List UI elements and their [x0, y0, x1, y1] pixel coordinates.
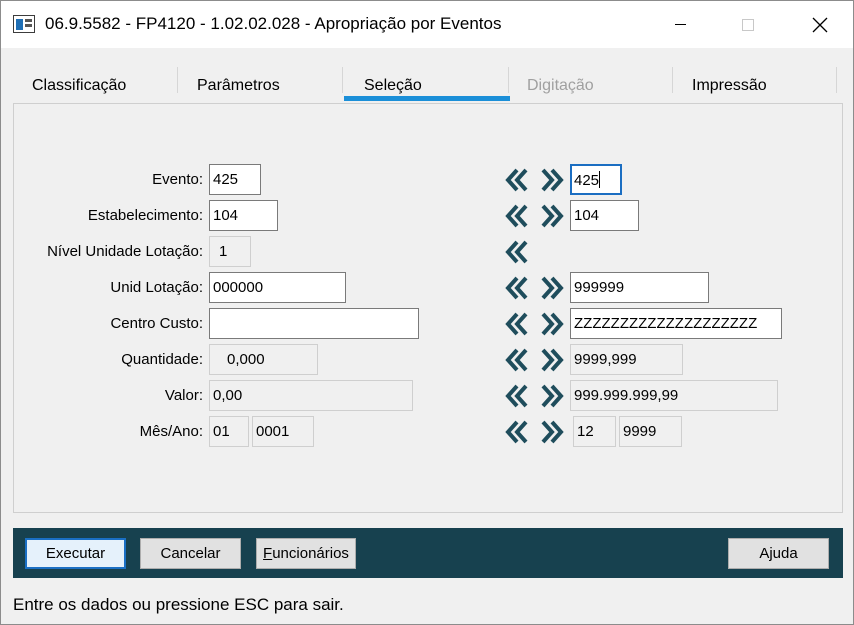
quantidade-label: Quantidade:: [121, 351, 203, 368]
copy-left-icon[interactable]: [503, 346, 531, 374]
close-icon: [812, 17, 828, 32]
action-button-bar: Executar Cancelar Funcionários Ajuda: [13, 528, 843, 578]
unid-lotacao-label: Unid Lotação:: [110, 279, 203, 296]
copy-left-icon[interactable]: [503, 202, 531, 230]
copy-left-icon[interactable]: [503, 238, 531, 266]
unid-lotacao-from-input[interactable]: 000000: [209, 272, 346, 303]
copy-right-icon[interactable]: [538, 346, 566, 374]
nivel-unidade-lotacao-label: Nível Unidade Lotação:: [47, 243, 203, 260]
ano-to-input[interactable]: 9999: [619, 416, 682, 447]
quantidade-to-input[interactable]: 9999,999: [570, 344, 683, 375]
funcionarios-label: uncionários: [272, 545, 349, 562]
copy-left-icon[interactable]: [503, 166, 531, 194]
nivel-unidade-lotacao-field: 1: [209, 236, 251, 267]
centro-custo-to-input[interactable]: ZZZZZZZZZZZZZZZZZZZZ: [570, 308, 782, 339]
copy-left-icon[interactable]: [503, 274, 531, 302]
evento-to-value: 425: [574, 172, 600, 189]
copy-right-icon[interactable]: [538, 382, 566, 410]
tab-separator: [672, 67, 673, 93]
tab-separator: [836, 67, 837, 93]
tab-separator: [177, 67, 178, 93]
ano-from-input[interactable]: 0001: [252, 416, 314, 447]
evento-from-input[interactable]: 425: [209, 164, 261, 195]
title-bar: 06.9.5582 - FP4120 - 1.02.02.028 - Aprop…: [1, 1, 853, 48]
copy-right-icon[interactable]: [538, 202, 566, 230]
evento-label: Evento:: [152, 171, 203, 188]
copy-left-icon[interactable]: [503, 382, 531, 410]
funcionarios-button[interactable]: Funcionários: [256, 538, 356, 569]
tab-impressao[interactable]: Impressão: [692, 63, 767, 103]
estabelecimento-label: Estabelecimento:: [87, 207, 203, 224]
copy-right-icon[interactable]: [538, 274, 566, 302]
mes-ano-label: Mês/Ano:: [139, 423, 203, 440]
tab-separator: [342, 67, 343, 93]
ajuda-button[interactable]: Ajuda: [728, 538, 829, 569]
centro-custo-from-input[interactable]: [209, 308, 419, 339]
cancelar-button[interactable]: Cancelar: [140, 538, 241, 569]
funcionarios-mnemonic: F: [263, 545, 273, 562]
evento-to-input[interactable]: 425: [570, 164, 622, 195]
maximize-button[interactable]: [725, 1, 771, 48]
valor-to-input[interactable]: 999.999.999,99: [570, 380, 778, 411]
tab-strip: Classificação Parâmetros Seleção Digitaç…: [13, 63, 843, 103]
minimize-icon: [674, 24, 686, 25]
executar-button[interactable]: Executar: [25, 538, 126, 569]
selected-tab-indicator: [344, 96, 510, 101]
valor-from-input[interactable]: 0,00: [209, 380, 413, 411]
copy-right-icon[interactable]: [538, 310, 566, 338]
tab-parametros[interactable]: Parâmetros: [197, 63, 280, 103]
estabelecimento-to-input[interactable]: 104: [570, 200, 639, 231]
copy-right-icon[interactable]: [538, 418, 566, 446]
centro-custo-label: Centro Custo:: [110, 315, 203, 332]
copy-right-icon[interactable]: [538, 166, 566, 194]
copy-left-icon[interactable]: [503, 310, 531, 338]
app-window-icon: [13, 15, 35, 33]
copy-left-icon[interactable]: [503, 418, 531, 446]
estabelecimento-from-input[interactable]: 104: [209, 200, 278, 231]
text-caret: [599, 171, 601, 188]
unid-lotacao-to-input[interactable]: 999999: [570, 272, 709, 303]
tab-digitacao: Digitação: [527, 77, 594, 94]
quantidade-from-input[interactable]: 0,000: [209, 344, 318, 375]
mes-from-input[interactable]: 01: [209, 416, 249, 447]
close-button[interactable]: [797, 1, 843, 48]
maximize-icon: [742, 18, 754, 31]
window-title: 06.9.5582 - FP4120 - 1.02.02.028 - Aprop…: [45, 14, 502, 33]
tab-classificacao[interactable]: Classificação: [32, 63, 126, 103]
minimize-button[interactable]: [657, 1, 703, 48]
status-bar-text: Entre os dados ou pressione ESC para sai…: [13, 595, 344, 614]
main-window: 06.9.5582 - FP4120 - 1.02.02.028 - Aprop…: [0, 0, 854, 625]
tab-separator: [508, 67, 509, 93]
valor-label: Valor:: [164, 387, 203, 404]
mes-to-input[interactable]: 12: [573, 416, 616, 447]
